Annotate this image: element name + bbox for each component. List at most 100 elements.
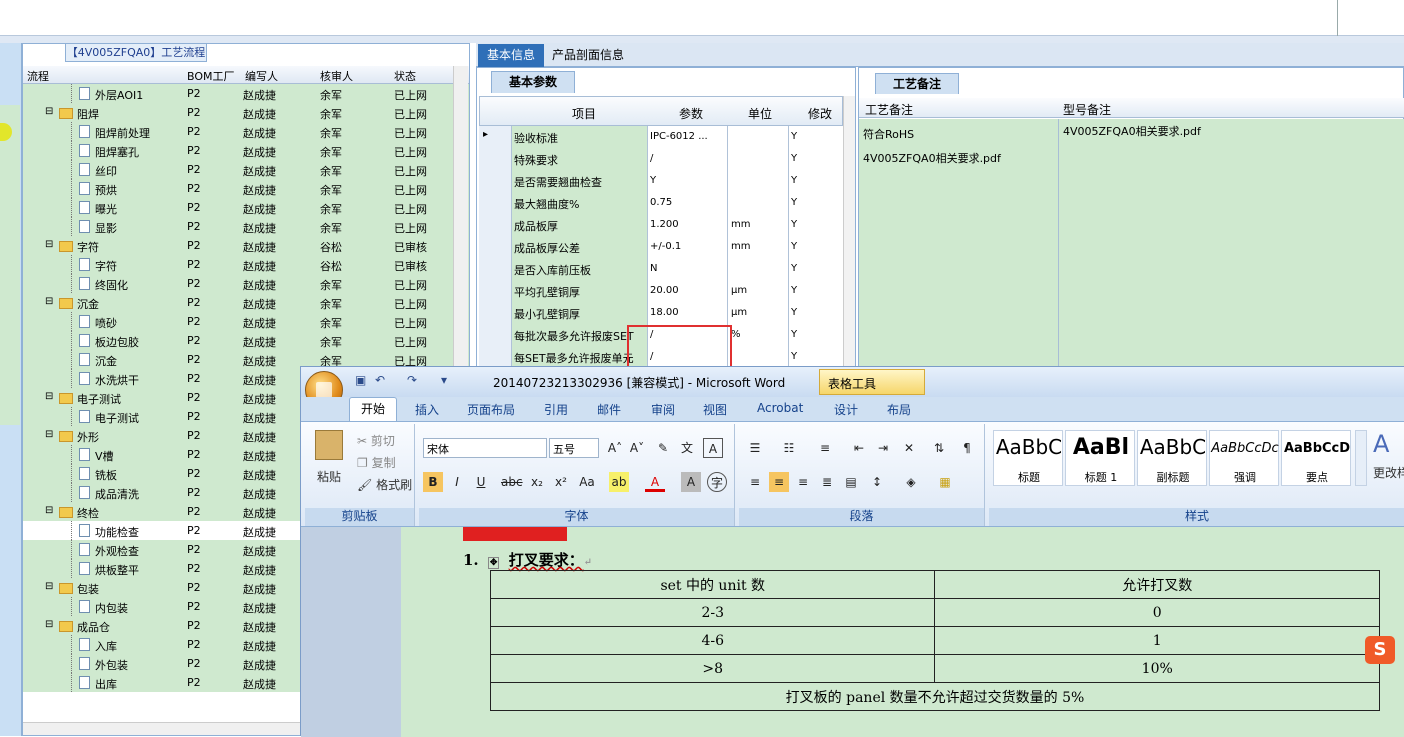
process-notes-cell[interactable]: 符合RoHS 4V005ZFQA0相关要求.pdf [859, 119, 1059, 367]
doc-table-row[interactable]: set 中的 unit 数允许打叉数 [489, 570, 1380, 599]
param-mod[interactable]: Y [789, 192, 843, 214]
tree-row[interactable]: ⊟ 沉金 P2 赵成捷 余军 已上网 [23, 293, 469, 312]
align-left-icon[interactable]: ≡ [745, 472, 765, 492]
doc-table-cell[interactable]: 10% [934, 654, 1380, 683]
param-mod[interactable]: Y [789, 280, 843, 302]
param-value[interactable]: 18.00 [648, 302, 728, 324]
collapse-icon[interactable]: ⊟ [45, 581, 53, 592]
param-value[interactable]: N [648, 258, 728, 280]
tree-row[interactable]: 终固化 P2 赵成捷 余军 已上网 [23, 274, 469, 293]
params-col-mod[interactable]: 修改 [808, 105, 832, 122]
highlight-icon[interactable]: ab [609, 472, 629, 492]
redo-icon[interactable]: ↷ [407, 373, 417, 387]
collapse-icon[interactable]: ⊟ [45, 239, 53, 250]
doc-table-row[interactable]: >8 10% [489, 654, 1380, 683]
save-icon[interactable]: ▣ [355, 373, 366, 387]
tab-layout[interactable]: 布局 [887, 401, 911, 418]
italic-icon[interactable]: I [447, 472, 467, 492]
multilevel-list-icon[interactable]: ≡ [815, 438, 835, 458]
tree-tab-title[interactable]: 【4V005ZFQA0】工艺流程 [65, 44, 207, 62]
row-selector[interactable] [479, 302, 512, 324]
param-row[interactable]: ▸ 验收标准 IPC-6012 ... Y [479, 126, 843, 148]
document-page[interactable]: 1. ✥ 打叉要求：↵ set 中的 unit 数允许打叉数 2-3 0 4-6 1 >8… [401, 527, 1404, 737]
param-row[interactable]: 是否入库前压板 N Y [479, 258, 843, 280]
param-mod[interactable]: Y [789, 346, 843, 368]
param-row[interactable]: 最小孔壁铜厚 18.00 μm Y [479, 302, 843, 324]
doc-table-cell[interactable]: 1 [934, 626, 1380, 655]
row-selector[interactable] [479, 192, 512, 214]
font-name-select[interactable]: 宋体 [423, 438, 547, 458]
param-value[interactable]: 20.00 [648, 280, 728, 302]
param-value[interactable]: / [648, 148, 728, 170]
style-emphasis[interactable]: AaBbCcDc 强调 [1209, 430, 1279, 486]
align-right-icon[interactable]: ≡ [793, 472, 813, 492]
change-styles-icon[interactable]: A [1373, 430, 1389, 458]
doc-table-cell[interactable]: 0 [934, 598, 1380, 627]
tab-process-notes[interactable]: 工艺备注 [875, 73, 959, 94]
tree-row[interactable]: 阻焊塞孔 P2 赵成捷 余军 已上网 [23, 141, 469, 160]
param-mod[interactable]: Y [789, 148, 843, 170]
shading-icon[interactable]: ◈ [901, 472, 921, 492]
grow-font-icon[interactable]: A˄ [605, 438, 625, 458]
param-unit[interactable] [728, 126, 789, 148]
collapse-icon[interactable]: ⊟ [45, 106, 53, 117]
phonetic-guide-icon[interactable]: 文 [677, 438, 697, 458]
param-unit[interactable] [728, 148, 789, 170]
clear-format-icon[interactable]: ✎ [653, 438, 673, 458]
row-selector[interactable] [479, 280, 512, 302]
param-mod[interactable]: Y [789, 236, 843, 258]
enclose-char-icon[interactable]: 字 [707, 472, 727, 492]
notes-col-model[interactable]: 型号备注 [1063, 101, 1111, 118]
doc-table-row[interactable]: 4-6 1 [489, 626, 1380, 655]
paste-button[interactable]: 粘贴 [317, 468, 341, 485]
doc-table-cell[interactable]: 4-6 [489, 626, 936, 655]
table-move-handle-icon[interactable]: ✥ [487, 557, 500, 569]
param-unit[interactable]: mm [728, 214, 789, 236]
tree-row[interactable]: ⊟ 阻焊 P2 赵成捷 余军 已上网 [23, 103, 469, 122]
qat-menu-icon[interactable]: ▾ [441, 373, 447, 387]
tab-design[interactable]: 设计 [834, 401, 858, 418]
row-selector[interactable] [479, 324, 512, 346]
param-row[interactable]: 特殊要求 / Y [479, 148, 843, 170]
notes-col-process[interactable]: 工艺备注 [865, 101, 913, 118]
font-color-icon[interactable]: A [645, 472, 665, 492]
bold-icon[interactable]: B [423, 472, 443, 492]
tab-mailings[interactable]: 邮件 [597, 401, 621, 418]
doc-table-cell[interactable]: set 中的 unit 数 [489, 570, 936, 599]
param-mod[interactable]: Y [789, 126, 843, 148]
decrease-indent-icon[interactable]: ⇤ [849, 438, 869, 458]
format-painter-button[interactable]: 🖌 格式刷 [357, 476, 412, 493]
tab-references[interactable]: 引用 [544, 401, 568, 418]
params-col-value[interactable]: 参数 [679, 105, 703, 122]
param-row[interactable]: 最大翘曲度% 0.75 Y [479, 192, 843, 214]
collapse-icon[interactable]: ⊟ [45, 296, 53, 307]
tree-col-flow[interactable]: 流程 [27, 68, 49, 84]
tree-row[interactable]: 外层AOI1 P2 赵成捷 余军 已上网 [23, 84, 469, 103]
tree-row[interactable]: ⊟ 字符 P2 赵成捷 谷松 已审核 [23, 236, 469, 255]
paste-icon[interactable] [315, 430, 343, 460]
font-size-select[interactable]: 五号 [549, 438, 599, 458]
row-selector[interactable] [479, 214, 512, 236]
tree-col-reviewer[interactable]: 核审人 [320, 68, 353, 84]
chinese-layout-icon[interactable]: ✕ [899, 438, 919, 458]
tree-col-bom[interactable]: BOM工厂 [187, 68, 235, 84]
param-unit[interactable] [728, 192, 789, 214]
distributed-icon[interactable]: ▤ [841, 472, 861, 492]
tree-row[interactable]: 丝印 P2 赵成捷 余军 已上网 [23, 160, 469, 179]
row-selector[interactable] [479, 236, 512, 258]
tree-row[interactable]: 喷砂 P2 赵成捷 余军 已上网 [23, 312, 469, 331]
param-value[interactable]: Y [648, 170, 728, 192]
sort-icon[interactable]: ⇅ [929, 438, 949, 458]
subscript-icon[interactable]: x₂ [527, 472, 547, 492]
param-unit[interactable]: mm [728, 236, 789, 258]
param-row[interactable]: 平均孔壁铜厚 20.00 μm Y [479, 280, 843, 302]
char-border-icon[interactable]: A [703, 438, 723, 458]
char-shading-icon[interactable]: A [681, 472, 701, 492]
param-row[interactable]: 成品板厚 1.200 mm Y [479, 214, 843, 236]
align-center-icon[interactable]: ≡ [769, 472, 789, 492]
param-unit[interactable]: % [728, 324, 789, 346]
param-mod[interactable]: Y [789, 214, 843, 236]
param-unit[interactable] [728, 258, 789, 280]
param-unit[interactable]: μm [728, 302, 789, 324]
borders-icon[interactable]: ▦ [935, 472, 955, 492]
